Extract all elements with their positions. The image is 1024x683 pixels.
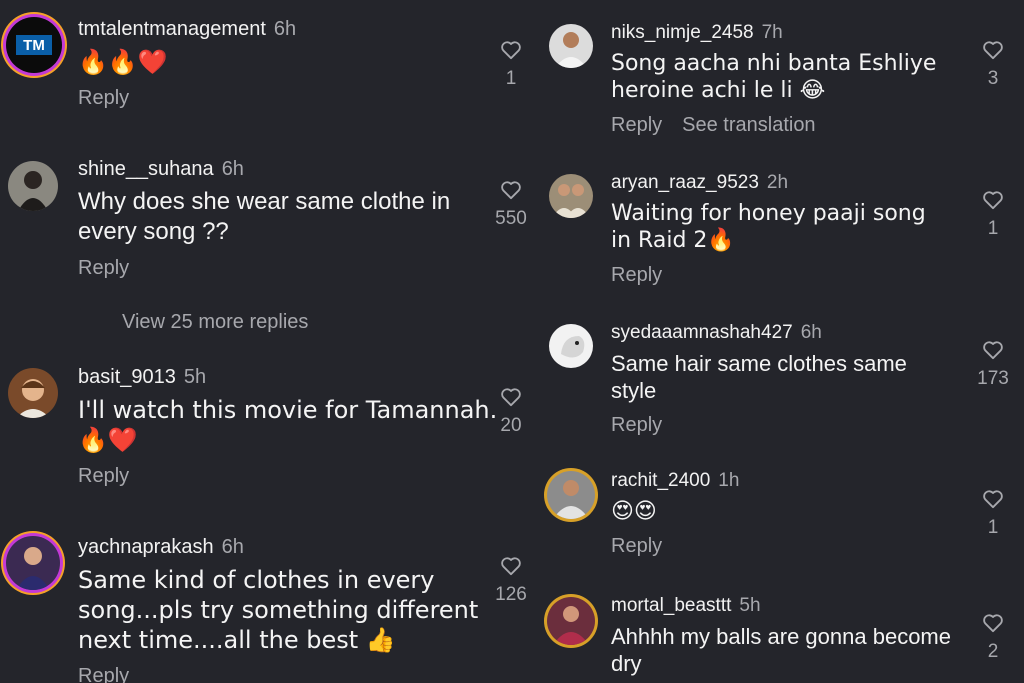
person-photo-icon — [555, 32, 587, 68]
like-control[interactable]: 173 — [968, 340, 1018, 390]
like-count: 1 — [505, 68, 517, 89]
avatar[interactable]: TM — [6, 17, 62, 73]
timestamp: 1h — [718, 470, 740, 491]
like-count: 1 — [987, 517, 999, 538]
avatar[interactable] — [547, 597, 595, 645]
like-control[interactable]: 2 — [968, 613, 1018, 663]
reply-button[interactable]: Reply — [611, 114, 662, 136]
comment-text: 🔥🔥❤️ — [78, 48, 168, 76]
comment-text: Why does she wear same clothe in every s… — [78, 188, 451, 245]
comment-text: Same hair same clothes same style — [611, 351, 907, 403]
heart-outline-icon[interactable] — [982, 190, 1004, 210]
heart-outline-icon[interactable] — [982, 489, 1004, 509]
username[interactable]: rachit_2400 — [611, 470, 710, 491]
timestamp: 5h — [183, 366, 207, 388]
cartoon-avatar-icon — [16, 379, 50, 418]
comment-text: 😍😍 — [611, 499, 657, 524]
username[interactable]: aryan_raaz_9523 — [611, 172, 759, 193]
like-count: 126 — [495, 584, 527, 605]
timestamp: 6h — [273, 18, 297, 40]
avatar[interactable] — [549, 324, 593, 368]
timestamp: 2h — [766, 172, 789, 193]
reply-button[interactable]: Reply — [78, 257, 129, 279]
username[interactable]: tmtalentmanagement — [78, 18, 266, 40]
comment-text: Same kind of clothes in every song...pls… — [78, 566, 479, 654]
tm-logo-icon: TM — [16, 35, 52, 55]
timestamp: 6h — [800, 322, 822, 343]
heart-outline-icon[interactable] — [500, 40, 522, 60]
like-count: 2 — [987, 641, 999, 662]
timestamp: 7h — [761, 22, 783, 43]
comments-column-left: TM tmtalentmanagement 6h 🔥🔥❤️ Reply 1 shi… — [0, 0, 540, 683]
heart-outline-icon[interactable] — [500, 180, 522, 200]
person-photo-icon — [553, 480, 589, 519]
like-count: 550 — [495, 208, 527, 229]
avatar[interactable] — [8, 368, 58, 418]
heart-outline-icon[interactable] — [982, 340, 1004, 360]
username[interactable]: basit_9013 — [78, 366, 176, 388]
svg-text:TM: TM — [23, 37, 45, 54]
comment-text: Song aacha nhi banta Eshliye heroine ach… — [611, 51, 937, 103]
parrot-icon — [561, 336, 585, 358]
see-translation-button[interactable]: See translation — [682, 114, 815, 136]
person-photo-icon — [553, 606, 589, 645]
like-count: 20 — [500, 415, 522, 436]
heart-outline-icon[interactable] — [982, 613, 1004, 633]
like-control[interactable]: 1 — [968, 489, 1018, 539]
comment-text: Waiting for honey paaji song in Raid 2🔥 — [611, 201, 926, 253]
username[interactable]: shine__suhana — [78, 158, 214, 180]
like-control[interactable]: 20 — [486, 387, 536, 437]
avatar[interactable] — [549, 24, 593, 68]
avatar[interactable] — [549, 174, 593, 218]
username[interactable]: yachnaprakash — [78, 536, 214, 558]
comment-text: I'll watch this movie for Tamannah. 🔥❤️ — [78, 396, 498, 454]
heart-outline-icon[interactable] — [500, 556, 522, 576]
person-photo-icon — [18, 171, 48, 211]
timestamp: 5h — [739, 595, 761, 616]
like-count: 1 — [987, 218, 999, 239]
like-control[interactable]: 1 — [968, 190, 1018, 240]
like-count: 173 — [977, 368, 1009, 389]
avatar[interactable] — [547, 471, 595, 519]
avatar[interactable] — [8, 161, 58, 211]
like-control[interactable]: 3 — [968, 40, 1018, 90]
like-count: 3 — [987, 68, 999, 89]
reply-button[interactable]: Reply — [611, 414, 662, 436]
reply-button[interactable]: Reply — [611, 264, 662, 286]
like-control[interactable]: 126 — [486, 556, 536, 606]
timestamp: 6h — [221, 158, 244, 180]
username[interactable]: syedaaamnashah427 — [611, 322, 793, 343]
reply-button[interactable]: Reply — [78, 665, 129, 683]
username[interactable]: niks_nimje_2458 — [611, 22, 754, 43]
person-photo-icon — [16, 547, 50, 590]
heart-outline-icon[interactable] — [500, 387, 522, 407]
like-control[interactable]: 550 — [486, 180, 536, 230]
reply-button[interactable]: Reply — [611, 535, 662, 557]
reply-button[interactable]: Reply — [78, 87, 129, 109]
avatar[interactable] — [6, 536, 60, 590]
timestamp: 6h — [221, 536, 244, 558]
like-control[interactable]: 1 — [486, 40, 536, 90]
username[interactable]: mortal_beasttt — [611, 595, 731, 616]
heart-outline-icon[interactable] — [982, 40, 1004, 60]
comments-column-right: niks_nimje_2458 7h Song aacha nhi banta E… — [540, 0, 1024, 683]
view-more-replies-button[interactable]: View 25 more replies — [122, 311, 308, 334]
comment-text: Ahhhh my balls are gonna become dry — [611, 624, 951, 676]
group-photo-icon — [552, 184, 590, 218]
reply-button[interactable]: Reply — [78, 465, 129, 487]
